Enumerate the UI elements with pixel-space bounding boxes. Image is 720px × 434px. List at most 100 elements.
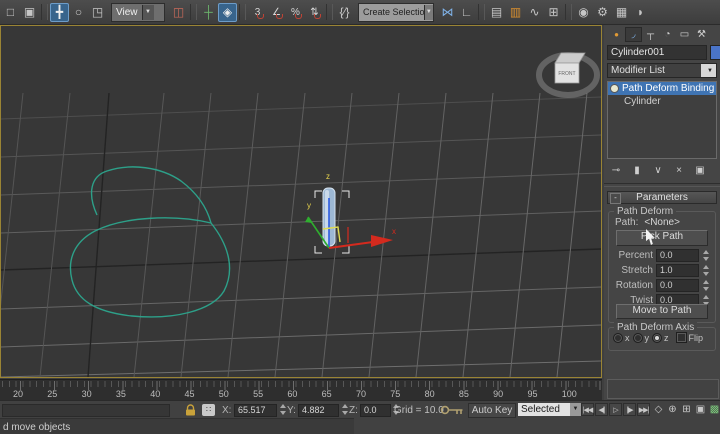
percent-snap-icon[interactable]: % xyxy=(286,3,305,22)
track-bar[interactable]: 20 25 30 35 40 45 50 55 60 65 70 75 80 85 90 95 100 xyxy=(0,379,602,401)
go-to-start-button[interactable]: |◀◀ xyxy=(581,403,594,416)
modifier-list-label: Modifier List xyxy=(611,65,665,76)
select-rotate-button[interactable]: ○ xyxy=(69,3,88,22)
frame-tick-label: 95 xyxy=(527,389,538,399)
auto-key-button[interactable]: Auto Key xyxy=(468,403,516,418)
render-setup-icon[interactable]: ⚙ xyxy=(593,3,612,22)
object-color-swatch[interactable] xyxy=(710,45,720,60)
spinner-arrows[interactable] xyxy=(701,249,710,262)
viewcube[interactable]: FRONT xyxy=(536,52,600,98)
zoom-all-button[interactable]: ⊞ xyxy=(680,403,693,416)
tab-display[interactable]: ▭ xyxy=(676,27,693,42)
frame-tick-label: 80 xyxy=(424,389,435,399)
chevron-down-icon[interactable]: ▼ xyxy=(701,64,716,77)
stack-item-cylinder[interactable]: Cylinder xyxy=(608,95,716,108)
parameters-rollout-header[interactable]: - Parameters xyxy=(607,191,717,204)
render-production-icon[interactable]: ◗ xyxy=(631,3,650,22)
modifier-list-dropdown[interactable]: Modifier List ▼ xyxy=(607,63,717,78)
viewcube-front-face[interactable]: FRONT xyxy=(558,71,575,77)
go-to-end-button[interactable]: ▶▶| xyxy=(637,403,650,416)
pick-path-button[interactable]: Pick Path xyxy=(616,230,708,246)
zoom-extents-button[interactable]: ▣ xyxy=(694,403,707,416)
radio-icon[interactable] xyxy=(632,332,643,343)
radio-icon[interactable] xyxy=(652,332,662,343)
spinner-arrows[interactable] xyxy=(701,264,710,277)
object-name-field[interactable]: Cylinder001 xyxy=(607,45,707,60)
rollout-title: Parameters xyxy=(636,192,688,203)
modifier-onoff-bulb-icon[interactable] xyxy=(610,84,619,93)
grid-size-label: Grid = 10.0 xyxy=(394,405,444,416)
named-selection-sets-icon[interactable]: {∕} xyxy=(335,3,354,22)
spinner-value-field[interactable]: 0.0 xyxy=(656,279,699,292)
chevron-down-icon[interactable]: ▼ xyxy=(570,403,581,416)
zoom-button[interactable]: ⊕ xyxy=(666,403,679,416)
spinner-value-field[interactable]: 1.0 xyxy=(656,264,699,277)
set-keys-key-icon[interactable] xyxy=(440,404,466,417)
axis-x-radio[interactable]: x xyxy=(613,332,630,343)
schematic-view-icon[interactable]: ⊞ xyxy=(544,3,563,22)
collapse-icon[interactable]: - xyxy=(610,193,621,204)
y-spinner[interactable] xyxy=(340,403,349,416)
tab-create[interactable]: ● xyxy=(608,27,625,42)
absolute-offset-toggle-icon[interactable]: ∷ xyxy=(202,404,215,416)
viewport-canvas[interactable]: z y x FRONT xyxy=(1,26,601,377)
tab-modify[interactable]: ◞ xyxy=(625,27,642,42)
perspective-viewport[interactable]: z y x FRONT xyxy=(0,25,602,378)
create-selection-set-dropdown[interactable]: Create Selection Se ▼ xyxy=(358,2,434,22)
select-move-button[interactable]: ╋ xyxy=(50,2,69,22)
material-editor-icon[interactable]: ◉ xyxy=(574,3,593,22)
spinner-value-field[interactable]: 0.0 xyxy=(656,249,699,262)
rect-select-region-icon[interactable]: □ xyxy=(1,3,20,22)
frame-tick-label: 45 xyxy=(184,389,195,399)
previous-frame-button[interactable]: ◀|| xyxy=(595,403,608,416)
status-line-field xyxy=(2,404,170,417)
configure-modifier-sets-button[interactable]: ▣ xyxy=(692,163,708,178)
spinner-snap-icon[interactable]: ⇅ xyxy=(305,3,324,22)
checkbox-icon[interactable] xyxy=(675,332,687,343)
z-coord-field[interactable]: 0.0 xyxy=(360,404,391,417)
axis-y-radio[interactable]: y xyxy=(632,332,649,343)
use-pivot-center-icon[interactable]: ◫ xyxy=(169,3,188,22)
show-end-result-button[interactable]: ▮ xyxy=(629,163,645,178)
window-crossing-icon[interactable]: ▣ xyxy=(20,3,39,22)
pin-stack-button[interactable]: ⊸ xyxy=(608,163,624,178)
tab-utilities[interactable]: ⚒ xyxy=(693,27,710,42)
remove-modifier-button[interactable]: × xyxy=(671,163,687,178)
key-mode-toggle[interactable]: ◇ xyxy=(652,403,665,416)
move-to-path-button[interactable]: Move to Path xyxy=(616,304,708,319)
toolbar-separator xyxy=(190,4,197,20)
flip-checkbox[interactable]: Flip xyxy=(675,332,703,343)
y-coord-field[interactable]: 4.882 xyxy=(298,404,339,417)
play-button[interactable]: ▷ xyxy=(609,403,622,416)
x-spinner[interactable] xyxy=(278,403,287,416)
tab-motion[interactable]: ◔ xyxy=(659,27,676,42)
curve-editor-icon[interactable]: ∿ xyxy=(525,3,544,22)
rendered-frame-icon[interactable]: ▦ xyxy=(612,3,631,22)
stack-item-path-deform-binding[interactable]: Path Deform Binding (WS xyxy=(608,82,716,95)
mirror-icon[interactable]: ⋈ xyxy=(438,3,457,22)
chevron-down-icon[interactable]: ▼ xyxy=(423,4,433,20)
select-manipulate-icon[interactable]: ┼ xyxy=(199,3,218,22)
spinner-arrows[interactable] xyxy=(701,279,710,292)
keyboard-override-button[interactable]: ◈ xyxy=(218,2,237,22)
reference-coordinate-dropdown[interactable]: View ▼ xyxy=(111,2,165,22)
angle-snap-icon[interactable]: ∠ xyxy=(267,3,286,22)
align-icon[interactable]: ∟ xyxy=(457,3,476,22)
frame-tick-label: 50 xyxy=(218,389,229,399)
make-unique-button[interactable]: ∨ xyxy=(650,163,666,178)
axis-z-radio[interactable]: z xyxy=(652,332,669,343)
tab-hierarchy[interactable]: ┬ xyxy=(642,27,659,42)
select-scale-button[interactable]: ◳ xyxy=(88,3,107,22)
x-coord-field[interactable]: 65.517 xyxy=(234,404,277,417)
next-frame-button[interactable]: ||▶ xyxy=(623,403,636,416)
scene-explorer-icon[interactable]: ▥ xyxy=(506,3,525,22)
toolbar-separator xyxy=(478,4,485,20)
selection-set-filter-dropdown[interactable]: Selected ▼ xyxy=(518,403,581,416)
selection-lock-icon[interactable] xyxy=(184,404,197,416)
path-value: <None> xyxy=(644,217,680,228)
radio-icon[interactable] xyxy=(613,332,623,343)
snap-toggle-3d-icon[interactable]: 3 xyxy=(248,3,267,22)
chevron-down-icon[interactable]: ▼ xyxy=(141,4,154,20)
layer-manager-icon[interactable]: ▤ xyxy=(487,3,506,22)
zoom-extents-all-button[interactable]: ▩ xyxy=(708,403,720,416)
